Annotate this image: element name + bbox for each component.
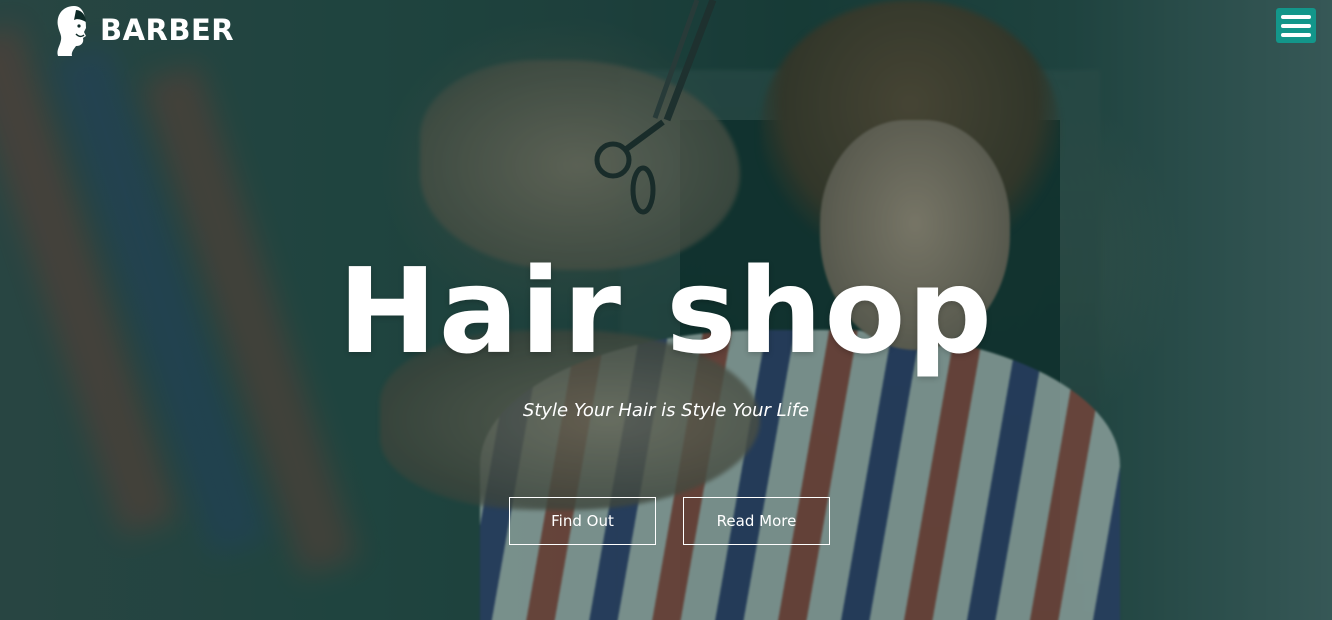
- barber-head-icon: [57, 6, 86, 56]
- menu-bar: [1281, 32, 1311, 37]
- read-more-button[interactable]: Read More: [683, 497, 830, 545]
- brand-logo-link[interactable]: BARBER: [52, 2, 234, 58]
- hamburger-menu-icon[interactable]: [1276, 8, 1316, 43]
- menu-bar: [1281, 14, 1311, 19]
- brand-name: BARBER: [100, 13, 235, 47]
- hero-subtitle: Style Your Hair is Style Your Life: [522, 400, 810, 421]
- hero-title: Hair shop: [338, 242, 994, 380]
- find-out-button[interactable]: Find Out: [509, 497, 656, 545]
- hero-section: BARBER Hair shop Style Your Hair is Styl…: [0, 0, 1332, 620]
- menu-bar: [1281, 23, 1311, 28]
